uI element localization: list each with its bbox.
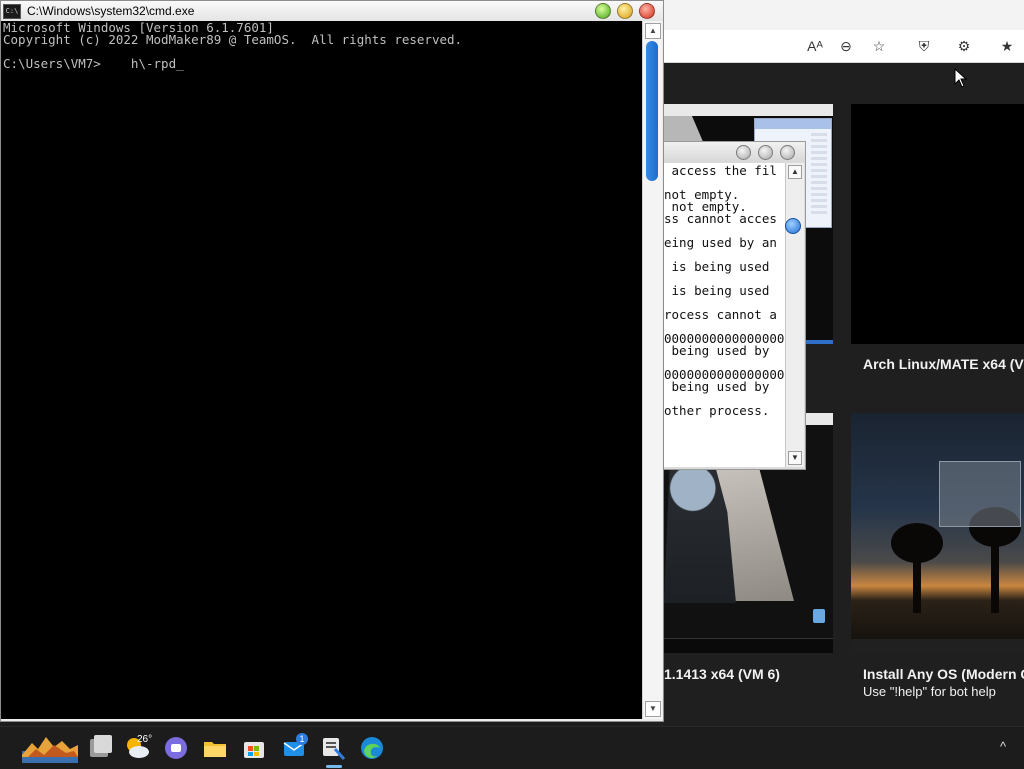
add-favorite-icon[interactable]: ☆ <box>868 36 890 56</box>
console-text: Microsoft Windows [Version 6.1.7601] Cop… <box>1 21 642 70</box>
snipping-tool-icon[interactable] <box>320 735 346 761</box>
secondary-titlebar[interactable] <box>664 142 805 162</box>
close-button[interactable] <box>780 145 795 160</box>
extensions-icon[interactable]: ⚙ <box>953 36 975 56</box>
tree-graphic <box>969 507 1021 613</box>
scrollbar-thumb[interactable] <box>646 41 658 181</box>
cmd-window[interactable]: C:\ C:\Windows\system32\cmd.exe Microsof… <box>0 0 664 722</box>
thumbnail-mini-window <box>939 461 1021 527</box>
console-line: is being used <box>664 283 770 298</box>
window-title: C:\Windows\system32\cmd.exe <box>27 4 195 18</box>
vm-thumbnail[interactable] <box>851 104 1024 344</box>
maximize-button[interactable] <box>758 145 773 160</box>
console-line: Copyright (c) 2022 ModMaker89 @ TeamOS. … <box>3 32 463 47</box>
cmd-titlebar[interactable]: C:\ C:\Windows\system32\cmd.exe <box>1 1 663 21</box>
console-line: access the fil <box>664 163 777 178</box>
console-line: eing used by an <box>664 235 777 250</box>
scroll-up-arrow-icon[interactable]: ▲ <box>788 165 802 179</box>
cmd-app-icon: C:\ <box>3 4 21 19</box>
thumbnail-titlebar <box>664 104 833 116</box>
thumbnail-subtitle: Use "!help" for bot help <box>863 684 996 699</box>
vm-thumbnail[interactable] <box>851 413 1024 653</box>
weather-temperature: 26° <box>137 734 153 745</box>
file-explorer-icon[interactable] <box>202 735 228 761</box>
favorites-icon[interactable]: ★ <box>996 36 1018 56</box>
scroll-up-arrow-icon[interactable]: ▲ <box>645 23 661 39</box>
secondary-console-output: access the fil not empty. not empty. ss … <box>664 163 785 467</box>
vertical-scrollbar[interactable]: ▲ ▼ <box>642 21 662 719</box>
widgets-landscape-icon[interactable] <box>22 733 78 763</box>
task-view-icon[interactable] <box>86 735 112 761</box>
scroll-thumb-knob[interactable] <box>785 218 801 234</box>
minimize-button[interactable] <box>736 145 751 160</box>
minimize-button[interactable] <box>595 3 611 19</box>
thumbnail-graphic <box>664 116 704 144</box>
console-output[interactable]: Microsoft Windows [Version 6.1.7601] Cop… <box>1 21 642 719</box>
recycle-bin-icon <box>813 609 825 623</box>
read-aloud-icon[interactable]: Aᴬ <box>804 36 826 56</box>
zoom-out-icon[interactable]: ⊖ <box>835 36 857 56</box>
secondary-console-text: access the fil not empty. not empty. ss … <box>664 163 785 417</box>
close-button[interactable] <box>639 3 655 19</box>
thumbnail-caption[interactable]: 1.1413 x64 (VM 6) <box>664 666 840 682</box>
secondary-console-window[interactable]: access the fil not empty. not empty. ss … <box>664 141 806 470</box>
scroll-down-arrow-icon[interactable]: ▼ <box>788 451 802 465</box>
teams-chat-icon[interactable] <box>163 735 189 761</box>
secondary-scrollbar[interactable]: ▲ ▼ <box>785 163 804 467</box>
shield-icon[interactable]: ⛨ <box>913 36 935 56</box>
console-line: ss cannot acces <box>664 211 777 226</box>
browser-tab-strip <box>640 0 1024 30</box>
scroll-down-arrow-icon[interactable]: ▼ <box>645 701 661 717</box>
console-line: is being used <box>664 259 770 274</box>
tray-chevron-icon[interactable]: ^ <box>1000 739 1006 754</box>
console-line: C:\Users\VM7> h\-rpd_ <box>3 56 184 71</box>
thumbnail-caption[interactable]: Arch Linux/MATE x64 (VM <box>863 356 1024 372</box>
edge-browser-icon[interactable] <box>359 735 385 761</box>
mail-notification-badge: 1 <box>296 733 308 745</box>
microsoft-store-icon[interactable] <box>241 735 267 761</box>
console-line: other process. <box>664 403 770 418</box>
console-line: rocess cannot a <box>664 307 777 322</box>
console-line: being used by <box>664 379 770 394</box>
thumbnail-caption[interactable]: Install Any OS (Modern C <box>863 666 1024 682</box>
taskbar: 26° 1 ^ <box>0 726 1024 769</box>
tree-graphic <box>891 523 943 613</box>
console-line: being used by <box>664 343 770 358</box>
maximize-button[interactable] <box>617 3 633 19</box>
thumbnail-taskbar <box>664 638 833 653</box>
thumbnail-taskbar <box>851 639 1024 653</box>
